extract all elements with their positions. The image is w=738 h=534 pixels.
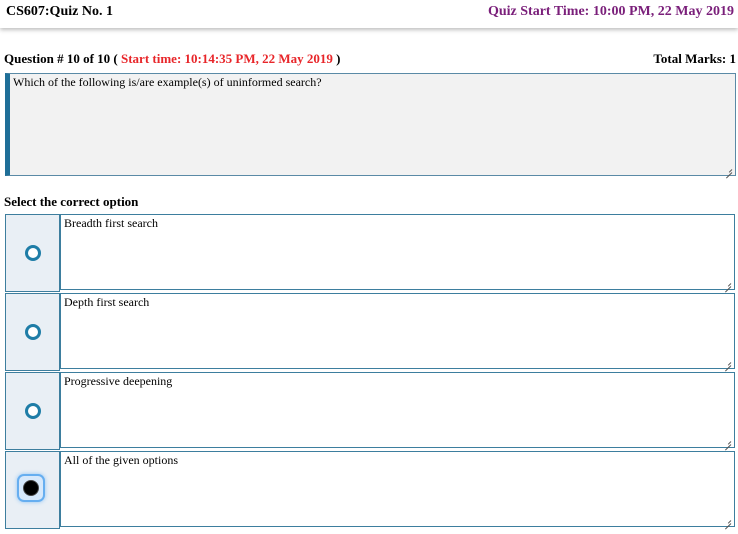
option-1-radio-cell[interactable]	[5, 214, 60, 292]
quiz-title: CS607:Quiz No. 1	[6, 4, 113, 19]
radio-unselected-icon[interactable]	[25, 403, 41, 419]
radio-unselected-icon[interactable]	[25, 245, 41, 261]
total-marks: Total Marks: 1	[653, 51, 736, 66]
question-text-area: Which of the following is/are example(s)…	[5, 73, 736, 176]
radio-unselected-icon[interactable]	[25, 324, 41, 340]
option-4-radio-cell[interactable]	[5, 451, 60, 529]
select-option-label: Select the correct option	[4, 194, 139, 209]
question-close-paren: )	[336, 51, 341, 66]
option-2-text: Depth first search	[64, 295, 150, 309]
option-1-text: Breadth first search	[64, 216, 158, 230]
option-3-radio-cell[interactable]	[5, 372, 60, 450]
question-text: Which of the following is/are example(s)…	[13, 75, 322, 89]
option-4: All of the given options	[5, 451, 736, 529]
resize-handle-icon[interactable]	[724, 517, 731, 524]
top-bar: CS607:Quiz No. 1 Quiz Start Time: 10:00 …	[0, 0, 738, 28]
resize-handle-icon[interactable]	[724, 359, 731, 366]
option-4-text-area: All of the given options	[60, 451, 735, 527]
resize-handle-icon[interactable]	[724, 438, 731, 445]
option-1-text-area: Breadth first search	[60, 214, 735, 290]
option-1: Breadth first search	[5, 214, 736, 292]
option-2-text-area: Depth first search	[60, 293, 735, 369]
option-3: Progressive deepening	[5, 372, 736, 450]
option-2-radio-cell[interactable]	[5, 293, 60, 371]
question-start-time: Start time: 10:14:35 PM, 22 May 2019	[121, 51, 333, 66]
option-3-text: Progressive deepening	[64, 374, 173, 388]
resize-handle-icon[interactable]	[724, 280, 731, 287]
radio-selected-icon[interactable]	[19, 476, 43, 500]
option-3-text-area: Progressive deepening	[60, 372, 735, 448]
option-4-text: All of the given options	[64, 453, 178, 467]
resize-handle-icon[interactable]	[725, 166, 732, 173]
radio-dot-icon	[23, 480, 39, 496]
question-header: Question # 10 of 10 ( Start time: 10:14:…	[4, 51, 736, 67]
option-2: Depth first search	[5, 293, 736, 371]
question-number: Question # 10 of 10 (	[4, 51, 118, 66]
quiz-start-time: Quiz Start Time: 10:00 PM, 22 May 2019	[487, 4, 734, 19]
